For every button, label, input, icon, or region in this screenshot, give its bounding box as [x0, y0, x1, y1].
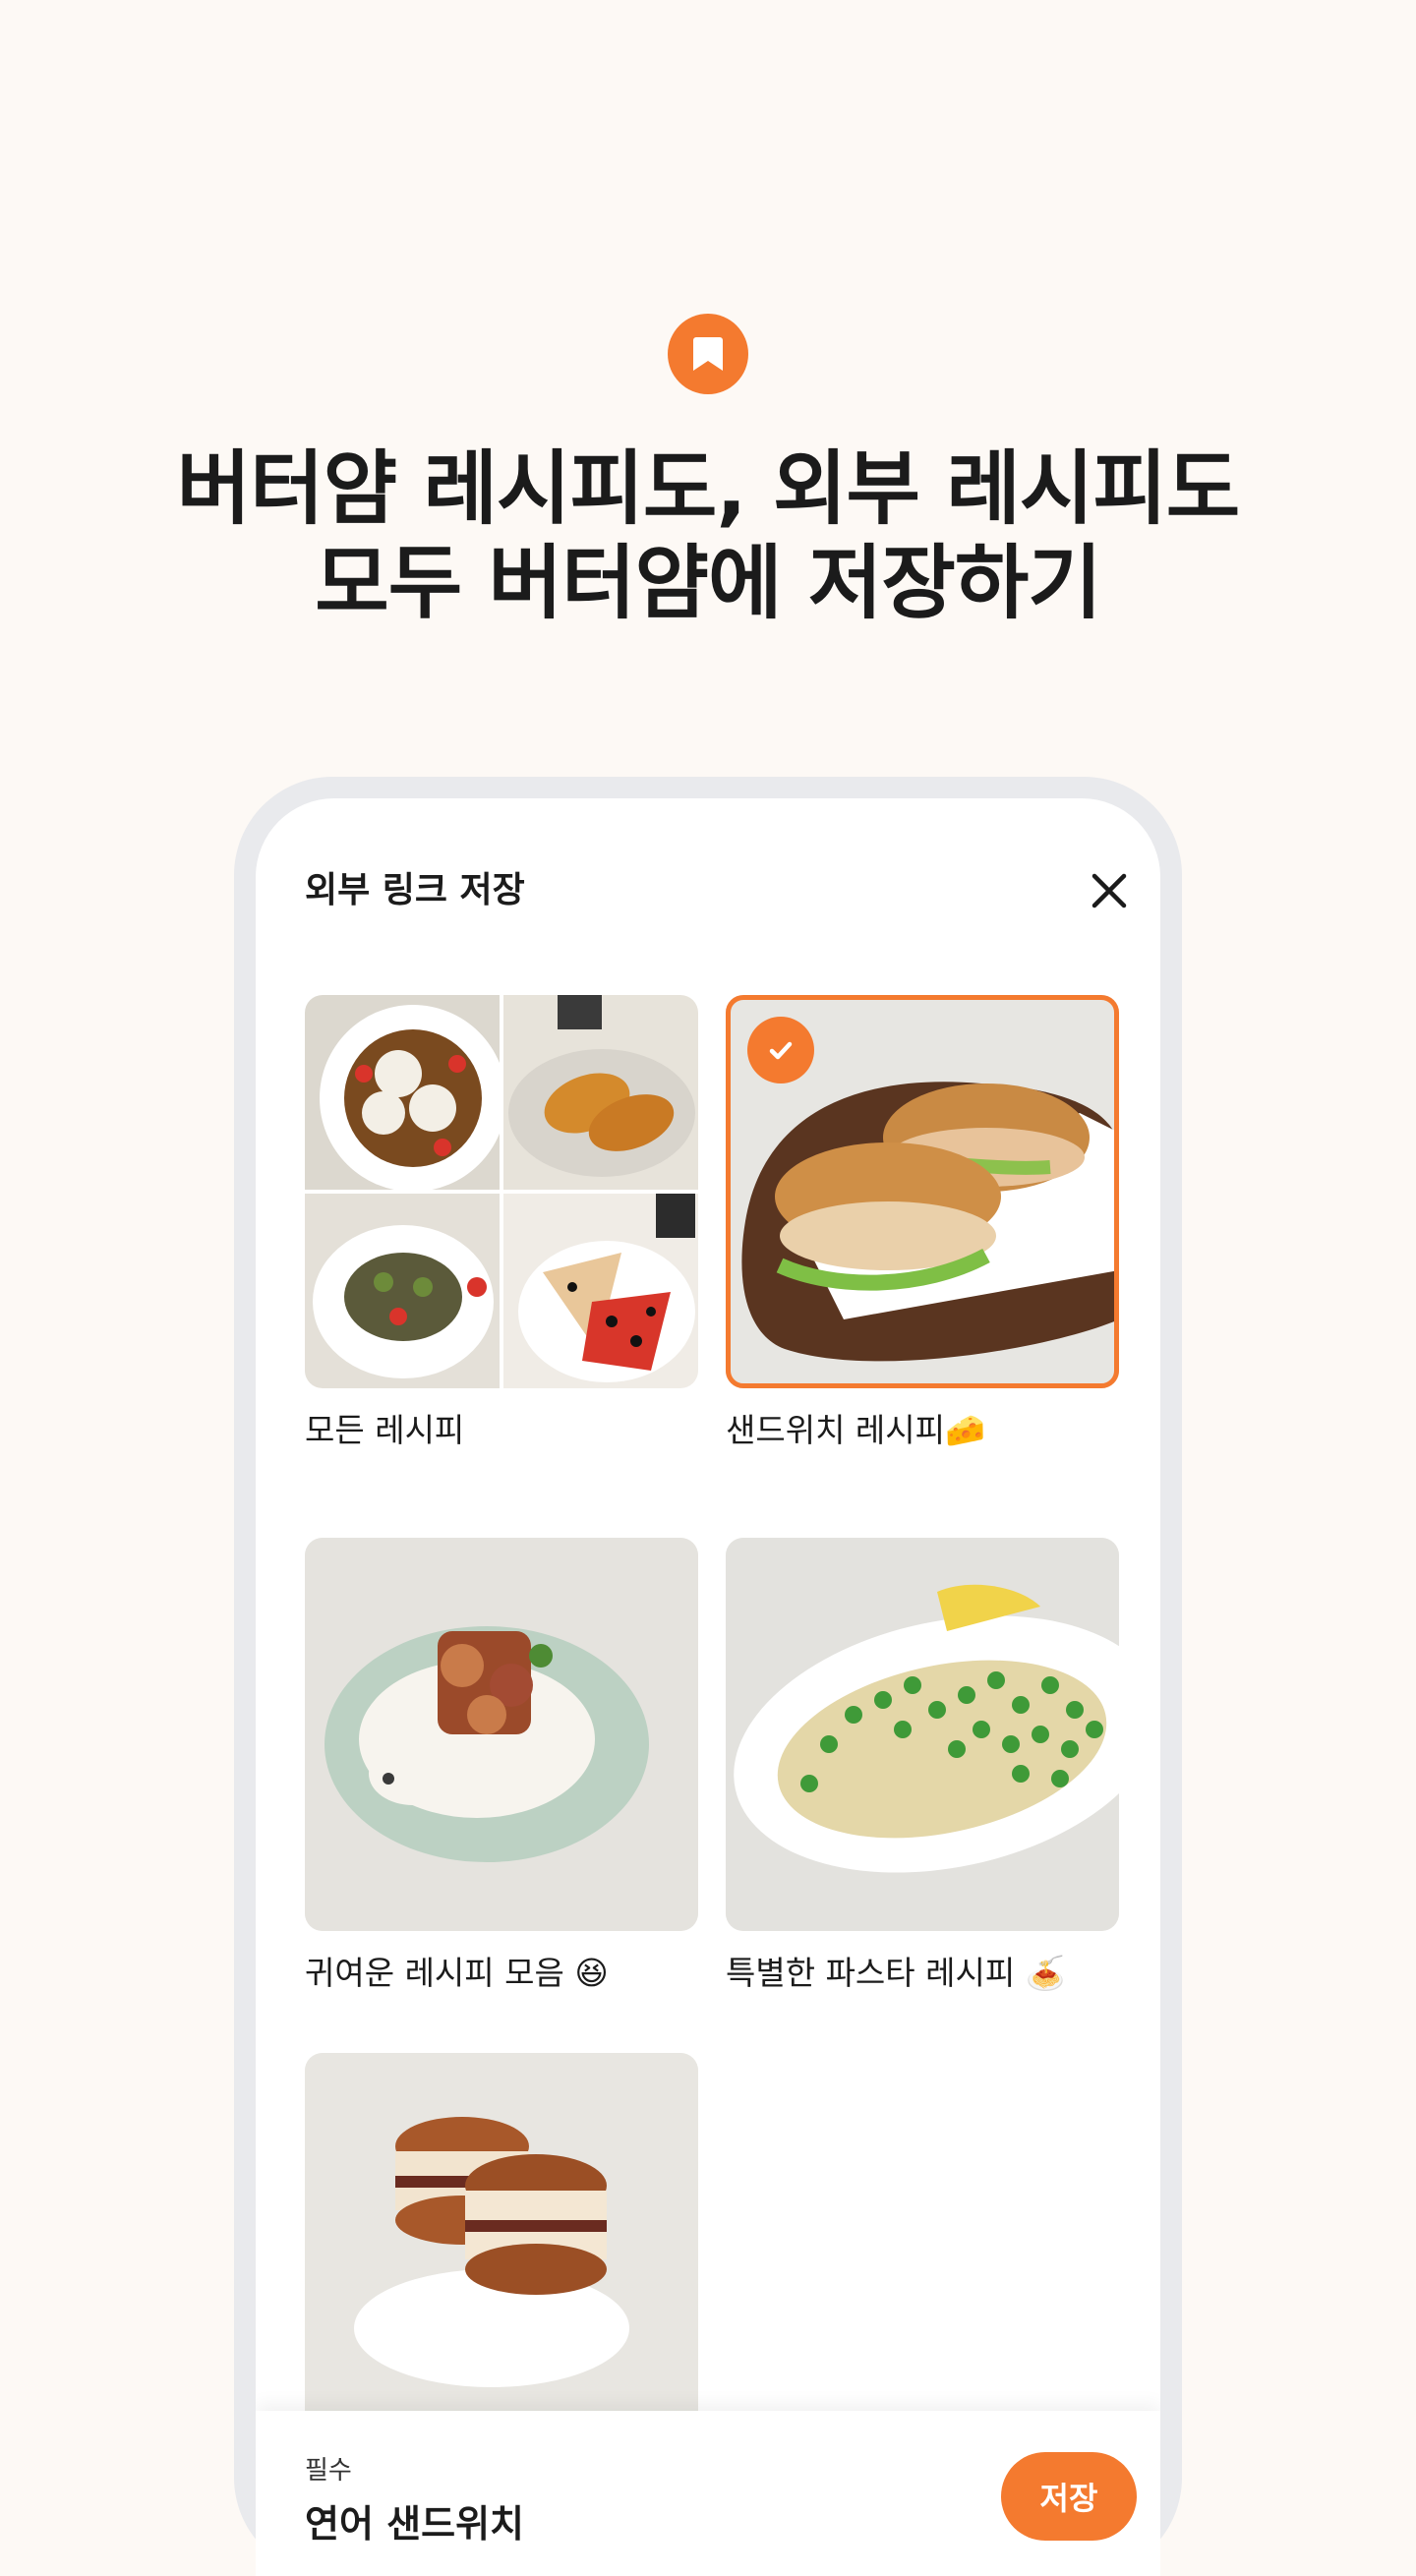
folder-label: 귀여운 레시피 모음 😆: [305, 1954, 609, 1992]
folder-label: 샌드위치 레시피🧀: [726, 1411, 986, 1449]
folder-label: 특별한 파스타 레시피 🍝: [726, 1954, 1066, 1992]
bookmark-badge: [668, 314, 748, 394]
close-button[interactable]: [1082, 863, 1137, 918]
folder-card-dessert[interactable]: [305, 2053, 698, 2446]
folder-thumbnail: [726, 1538, 1119, 1931]
food-photo: [305, 995, 500, 1190]
bottom-bar: 필수 연어 샌드위치 저장: [256, 2411, 1160, 2576]
folder-thumbnail: [305, 2053, 698, 2446]
phone-frame: 외부 링크 저장 모든 레시피 샌드위치 레시피🧀 귀여운 레시피 모음 😆 특…: [234, 777, 1182, 2576]
recipe-name: 연어 샌드위치: [305, 2502, 524, 2546]
food-photo: [305, 1194, 500, 1388]
close-icon: [1092, 873, 1127, 908]
folder-card-all[interactable]: 모든 레시피: [305, 995, 698, 1451]
headline-line-2: 모두 버터얌에 저장하기: [315, 537, 1102, 630]
food-photo: [305, 1538, 698, 1931]
folder-card-sandwich[interactable]: 샌드위치 레시피🧀: [726, 995, 1119, 1451]
check-icon: [769, 1041, 793, 1060]
headline: 버터얌 레시피도, 외부 레시피도 모두 버터얌에 저장하기: [0, 442, 1416, 631]
folder-thumbnail: [305, 1538, 698, 1931]
save-button[interactable]: 저장: [1001, 2452, 1137, 2541]
food-photo: [726, 1538, 1119, 1931]
headline-line-1: 버터얌 레시피도, 외부 레시피도: [176, 442, 1241, 536]
food-photo: [503, 995, 698, 1190]
food-photo: [503, 1194, 698, 1388]
modal-title: 외부 링크 저장: [305, 870, 525, 910]
food-photo: [305, 2053, 698, 2446]
phone-screen: 외부 링크 저장 모든 레시피 샌드위치 레시피🧀 귀여운 레시피 모음 😆 특…: [256, 798, 1160, 2576]
folder-label: 모든 레시피: [305, 1411, 465, 1449]
required-label: 필수: [305, 2456, 352, 2486]
folder-thumbnail: [726, 995, 1119, 1388]
folder-card-pasta[interactable]: 특별한 파스타 레시피 🍝: [726, 1538, 1119, 1994]
bookmark-icon: [693, 337, 723, 371]
folder-card-cute[interactable]: 귀여운 레시피 모음 😆: [305, 1538, 698, 1994]
folder-thumbnail: [305, 995, 698, 1388]
selected-check: [747, 1017, 814, 1083]
